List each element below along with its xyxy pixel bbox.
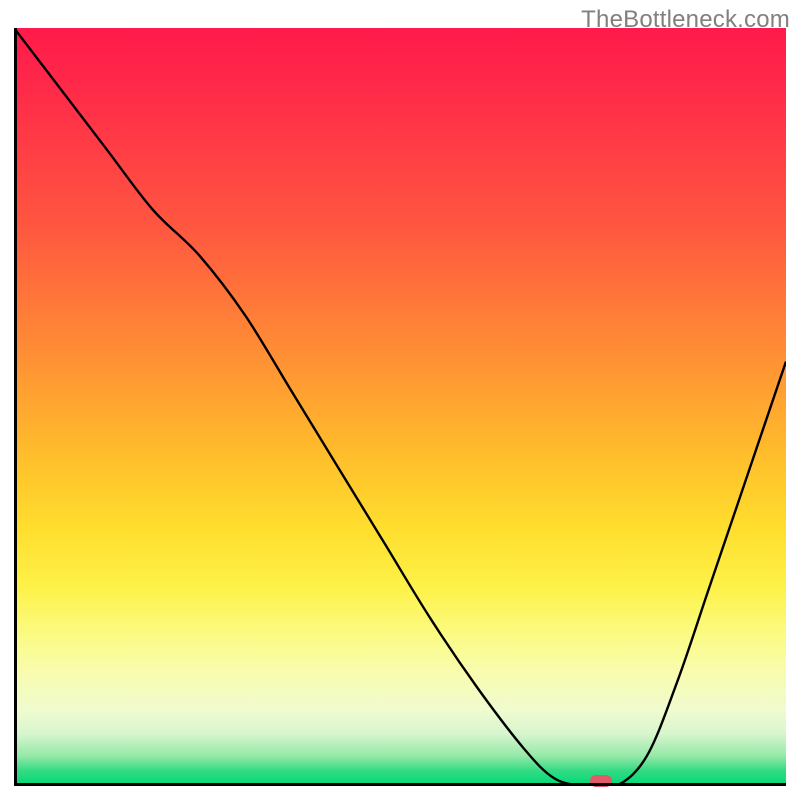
plot-area (14, 28, 786, 786)
bottleneck-curve-path (14, 28, 786, 786)
optimum-marker (590, 775, 612, 787)
curve-svg (14, 28, 786, 786)
chart-frame: TheBottleneck.com (0, 0, 800, 800)
